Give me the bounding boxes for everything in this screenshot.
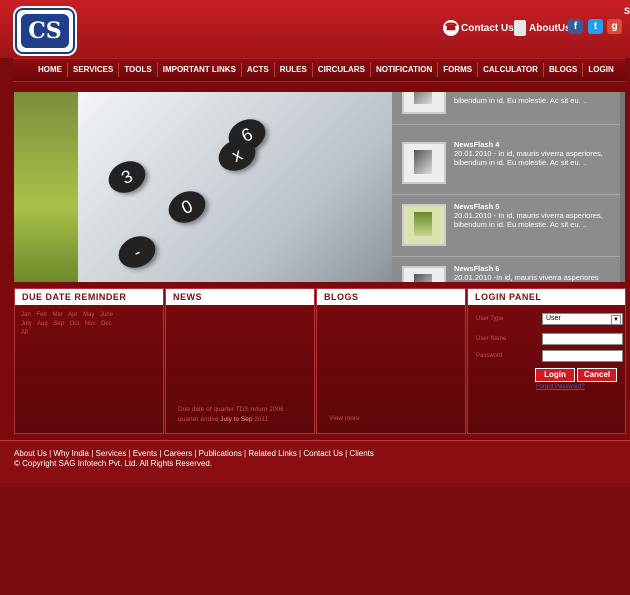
newsflash-title: NewsFlash 5 — [454, 202, 500, 211]
newsflash-thumbnail — [402, 142, 446, 184]
newsflash-item[interactable]: bibendum in id. Eu molestie. Ac sit eu. … — [392, 92, 625, 125]
google-icon[interactable]: g — [607, 19, 622, 34]
login-title: LOGIN PANEL — [468, 289, 625, 305]
nav-services[interactable]: SERVICES — [68, 63, 120, 77]
calculator-key: - — [113, 230, 161, 274]
calculator-image: 6 3 x 0 - — [78, 92, 392, 282]
logo-text: CS — [21, 14, 69, 48]
news-year: 2011 — [254, 416, 269, 423]
month-link[interactable]: Sep — [53, 321, 64, 327]
password-label: Password — [476, 353, 503, 359]
news-text: Due date of quarter TDS return 2006 — [178, 406, 284, 413]
newsflash-text: 20.01.2010 - In id, mauris viverra asper… — [454, 211, 603, 229]
month-link[interactable]: May — [83, 312, 94, 318]
login-panel: LOGIN PANEL User Type User ▼ User Name P… — [467, 288, 626, 434]
nav-rules[interactable]: RULES — [275, 63, 313, 77]
nav-tools[interactable]: TOOLS — [119, 63, 158, 77]
user-type-value: User — [546, 315, 561, 322]
calculator-key: 3 — [103, 155, 151, 199]
user-name-input[interactable] — [542, 333, 623, 345]
newsflash-text: bibendum in id. Eu molestie. Ac sit eu. … — [454, 96, 587, 105]
news-item[interactable]: Due date of quarter TDS return 2006 quar… — [178, 405, 308, 425]
copyright-text: © Copyright SAG Infotech Pvt. Ltd. All R… — [14, 459, 212, 468]
blogs-panel: BLOGS View more — [316, 288, 466, 434]
footer-links[interactable]: About Us | Why India | Services | Events… — [14, 449, 374, 458]
user-name-label: User Name — [476, 336, 507, 342]
twitter-icon[interactable]: t — [588, 19, 603, 34]
phone-icon: ☎ — [443, 20, 459, 36]
newsflash-title: NewsFlash 6 — [454, 264, 500, 273]
newsflash-text: 20.01.2010 -In id, mauris viverra asperi… — [454, 273, 599, 282]
month-link[interactable]: Oct — [70, 321, 79, 327]
month-link[interactable]: Nov — [85, 321, 96, 327]
newsflash-list: bibendum in id. Eu molestie. Ac sit eu. … — [392, 92, 625, 282]
nav-circulars[interactable]: CIRCULARS — [313, 63, 371, 77]
contact-us-link[interactable]: ☎ Contact Us — [443, 18, 514, 38]
newsflash-item[interactable]: NewsFlash 5 20.01.2010 - In id, mauris v… — [392, 194, 625, 257]
cancel-button[interactable]: Cancel — [577, 368, 617, 382]
newsflash-item[interactable]: NewsFlash 4 20.01.2010 - In id, mauris v… — [392, 132, 625, 195]
site-logo[interactable]: CS — [15, 8, 75, 54]
due-date-title: DUE DATE REMINDER — [15, 289, 163, 305]
news-highlight: July to Sep — [220, 416, 253, 423]
forgot-password-link[interactable]: Forgot Password? — [536, 384, 585, 390]
newsflash-text: 20.01.2010 - In id, mauris viverra asper… — [454, 149, 603, 167]
month-list: Jan Feb Mar Apr May June July Aug Sep Oc… — [21, 311, 159, 338]
newsflash-scrollbar[interactable] — [620, 92, 625, 282]
month-link[interactable]: Aug — [37, 321, 48, 327]
password-input[interactable] — [542, 350, 623, 362]
login-button[interactable]: Login — [535, 368, 575, 382]
chevron-down-icon: ▼ — [611, 315, 621, 325]
corner-glyph: S — [624, 6, 630, 16]
news-title: NEWS — [166, 289, 314, 305]
nav-notification[interactable]: NOTIFICATION — [371, 63, 439, 77]
main-nav: HOME SERVICES TOOLS IMPORTANT LINKS ACTS… — [13, 58, 625, 82]
facebook-icon[interactable]: f — [568, 19, 583, 34]
due-date-panel: DUE DATE REMINDER Jan Feb Mar Apr May Ju… — [14, 288, 164, 434]
grass-image — [14, 92, 78, 282]
month-link[interactable]: Jan — [21, 312, 31, 318]
newsflash-thumbnail — [402, 92, 446, 114]
newsflash-title: NewsFlash 4 — [454, 140, 500, 149]
news-text-2: quarter ended — [178, 416, 219, 423]
about-us-link[interactable]: AboutUs — [514, 18, 571, 38]
nav-important-links[interactable]: IMPORTANT LINKS — [158, 63, 242, 77]
month-link[interactable]: Feb — [36, 312, 46, 318]
nav-blogs[interactable]: BLOGS — [544, 63, 584, 77]
hero-banner: 6 3 x 0 - — [14, 92, 392, 282]
view-more-link[interactable]: View more — [329, 415, 360, 422]
nav-forms[interactable]: FORMS — [438, 63, 479, 77]
nav-home[interactable]: HOME — [33, 63, 68, 77]
month-link[interactable]: All — [21, 330, 28, 336]
month-link[interactable]: June — [100, 312, 113, 318]
footer: About Us | Why India | Services | Events… — [0, 440, 630, 487]
month-link[interactable]: Mar — [52, 312, 62, 318]
contact-us-label: Contact Us — [461, 22, 514, 34]
user-type-label: User Type — [476, 316, 504, 322]
month-link[interactable]: July — [21, 321, 32, 327]
nav-acts[interactable]: ACTS — [242, 63, 275, 77]
month-link[interactable]: Apr — [68, 312, 77, 318]
nav-login[interactable]: LOGIN — [583, 63, 618, 77]
blogs-title: BLOGS — [317, 289, 465, 305]
about-us-label: AboutUs — [529, 22, 571, 34]
month-link[interactable]: Dec — [101, 321, 112, 327]
newsflash-thumbnail — [402, 266, 446, 282]
newsflash-thumbnail — [402, 204, 446, 246]
news-panel: NEWS Due date of quarter TDS return 2006… — [165, 288, 315, 434]
user-type-select[interactable]: User ▼ — [542, 313, 623, 325]
calculator-key: 0 — [163, 185, 211, 229]
nav-calculator[interactable]: CALCULATOR — [478, 63, 544, 77]
bag-icon — [514, 20, 526, 36]
newsflash-item[interactable]: NewsFlash 6 20.01.2010 -In id, mauris vi… — [392, 256, 625, 282]
